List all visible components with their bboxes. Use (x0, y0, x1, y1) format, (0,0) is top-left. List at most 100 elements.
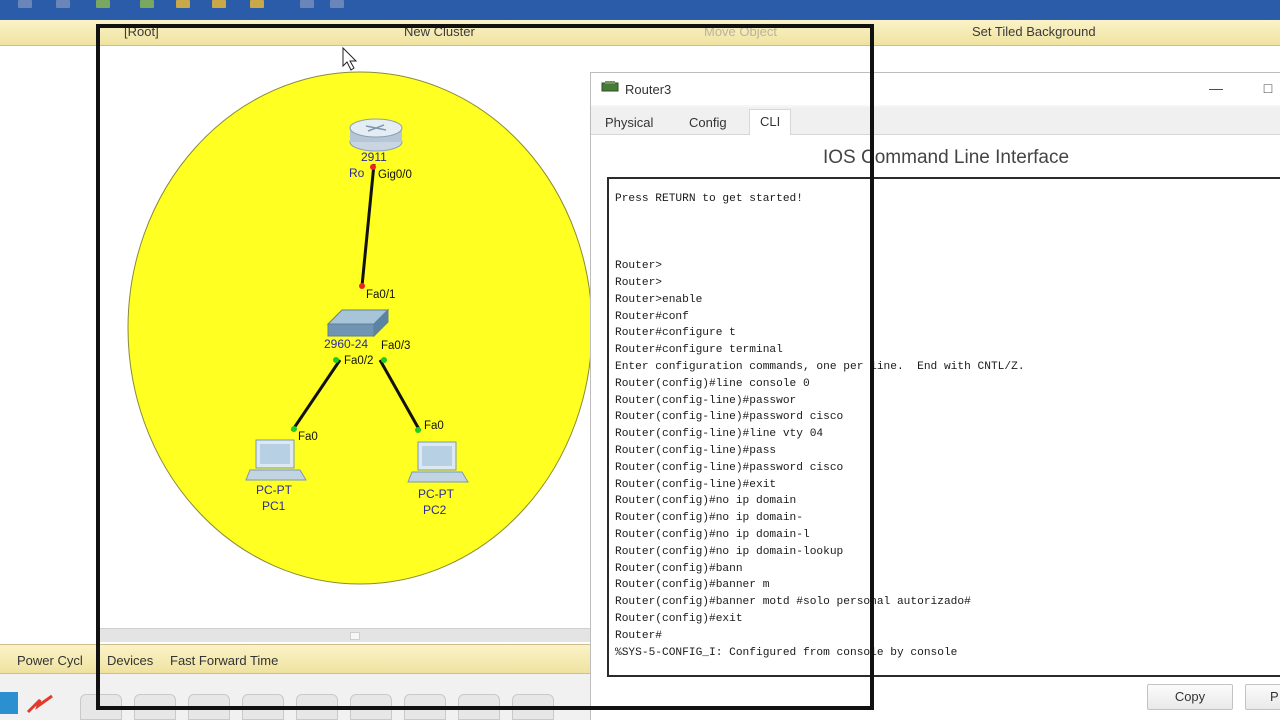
terminal-line: Router#configure t (615, 327, 736, 340)
terminal-line: Router(config)#exit (615, 612, 743, 625)
device-category-tab[interactable] (242, 694, 284, 720)
copy-icon[interactable] (140, 0, 154, 8)
tab-config[interactable]: Config (679, 111, 737, 135)
terminal-line: Router> (615, 260, 662, 273)
switch-model-label: 2960-24 (324, 337, 368, 351)
device-type-bar (0, 674, 590, 720)
move-object-button[interactable]: Move Object (704, 24, 777, 39)
switch-port-fa03-label: Fa0/3 (381, 340, 410, 352)
connections-icon[interactable] (26, 692, 54, 716)
switch-port-fa02-label: Fa0/2 (344, 355, 373, 367)
terminal-line: Router(config-line)#pass (615, 444, 777, 457)
device-category-tab[interactable] (80, 694, 122, 720)
redo-icon[interactable] (250, 0, 264, 8)
terminal-line: Router#conf (615, 310, 689, 323)
new-cluster-button[interactable]: New Cluster (404, 24, 475, 39)
pc1-port-label: Fa0 (298, 431, 318, 443)
mouse-cursor-icon (342, 46, 358, 71)
pc2-type-label: PC-PT (418, 487, 455, 501)
set-tiled-background-button[interactable]: Set Tiled Background (972, 24, 1096, 39)
logical-nav-bar: [Root] New Cluster Move Object Set Tiled… (0, 20, 1280, 46)
terminal-line: Router(config-line)#password cisco (615, 461, 844, 474)
device-category-tab[interactable] (350, 694, 392, 720)
devices-label[interactable]: Devices (107, 653, 153, 668)
toolbar-icons (0, 0, 360, 10)
terminal-line: Router(config)#line console 0 (615, 377, 810, 390)
switch-port-fa01-label: Fa0/1 (366, 289, 395, 301)
terminal-line: Router(config-line)#line vty 04 (615, 428, 824, 441)
terminal-line: Router(config)#no ip domain (615, 495, 797, 508)
terminal-line: Router(config)#no ip domain- (615, 512, 803, 525)
router-name-label: Ro (349, 166, 365, 180)
terminal-line: Router>enable (615, 293, 703, 306)
terminal-line: Router# (615, 629, 662, 642)
window-tabs: Physical Config CLI (591, 107, 1280, 136)
link-status-light (333, 357, 339, 363)
cli-pane: IOS Command Line Interface Press RETURN … (591, 135, 1280, 720)
tab-cli[interactable]: CLI (749, 109, 792, 136)
device-category-tab[interactable] (296, 694, 338, 720)
device-category-tab[interactable] (134, 694, 176, 720)
router-device[interactable] (349, 118, 403, 152)
link-status-light (415, 427, 421, 433)
save-icon[interactable] (18, 0, 32, 8)
copy-button[interactable]: Copy (1147, 684, 1233, 710)
terminal-line: Router(config)#bann (615, 562, 743, 575)
router-port-label: Gig0/0 (378, 169, 412, 181)
pc1-name-label: PC1 (262, 499, 286, 513)
device-category-tab[interactable] (458, 694, 500, 720)
link-status-light (381, 357, 387, 363)
window-title-bar[interactable]: Router3 — □ (591, 73, 1280, 105)
terminal-line: Router(config)#banner m (615, 579, 770, 592)
cli-terminal[interactable]: Press RETURN to get started! Router> Route… (607, 177, 1280, 677)
terminal-line: Router(config)#banner motd #solo persona… (615, 596, 971, 609)
main-toolbar (0, 0, 1280, 20)
router-window-icon (601, 81, 619, 92)
terminal-line: Router(config-line)#passwor (615, 394, 797, 407)
paste-button[interactable]: P (1245, 684, 1280, 710)
terminal-line: Router> (615, 276, 662, 289)
device-category-tab[interactable] (512, 694, 554, 720)
workspace-horizontal-scrollbar[interactable] (100, 628, 590, 642)
logical-workspace[interactable]: 2911 Ro Gig0/0 2960-24 Fa0/1 Fa0/2 Fa0/3… (0, 46, 590, 644)
device-category-tab[interactable] (404, 694, 446, 720)
realtime-bar: Power Cycl Devices Fast Forward Time (0, 644, 590, 674)
activity-wizard-icon[interactable] (96, 0, 110, 8)
undo-icon[interactable] (212, 0, 226, 8)
zoom-icon[interactable] (300, 0, 314, 8)
print-icon[interactable] (56, 0, 70, 8)
link-status-light (291, 426, 297, 432)
terminal-line: Press RETURN to get started! (615, 193, 803, 205)
paste-icon[interactable] (176, 0, 190, 8)
palette-icon[interactable] (330, 0, 344, 8)
scrollbar-thumb[interactable] (350, 632, 360, 640)
maximize-icon[interactable]: □ (1257, 79, 1279, 99)
terminal-line: Router(config-line)#password cisco (615, 411, 844, 424)
pc2-name-label: PC2 (423, 503, 447, 517)
tab-physical[interactable]: Physical (595, 111, 663, 135)
window-title: Router3 (625, 82, 672, 97)
fast-forward-time-button[interactable]: Fast Forward Time (170, 653, 278, 668)
link-status-light (359, 283, 365, 289)
link-status-light (370, 164, 376, 170)
terminal-line: Router(config)#no ip domain-l (615, 528, 810, 541)
topology-canvas[interactable]: 2911 Ro Gig0/0 2960-24 Fa0/1 Fa0/2 Fa0/3… (0, 46, 590, 644)
router-model-label: 2911 (361, 150, 387, 164)
minimize-icon[interactable]: — (1205, 79, 1227, 99)
pc2-port-label: Fa0 (424, 420, 444, 432)
terminal-line: Enter configuration commands, one per li… (615, 360, 1025, 373)
device-category-tab[interactable] (188, 694, 230, 720)
power-cycle-devices-button[interactable]: Power Cycl (17, 653, 83, 668)
terminal-line: %SYS-5-CONFIG_I: Configured from console… (615, 646, 958, 659)
terminal-line: Router(config-line)#exit (615, 478, 777, 491)
cli-heading: IOS Command Line Interface (823, 147, 1070, 168)
root-button[interactable]: [Root] (124, 24, 159, 39)
terminal-output[interactable]: Press RETURN to get started! Router> Route… (609, 191, 1025, 661)
pc1-type-label: PC-PT (256, 483, 293, 497)
terminal-line: Router#configure terminal (615, 344, 783, 357)
terminal-line: Router(config)#no ip domain-lookup (615, 545, 844, 558)
realtime-mode-icon[interactable] (0, 692, 18, 714)
